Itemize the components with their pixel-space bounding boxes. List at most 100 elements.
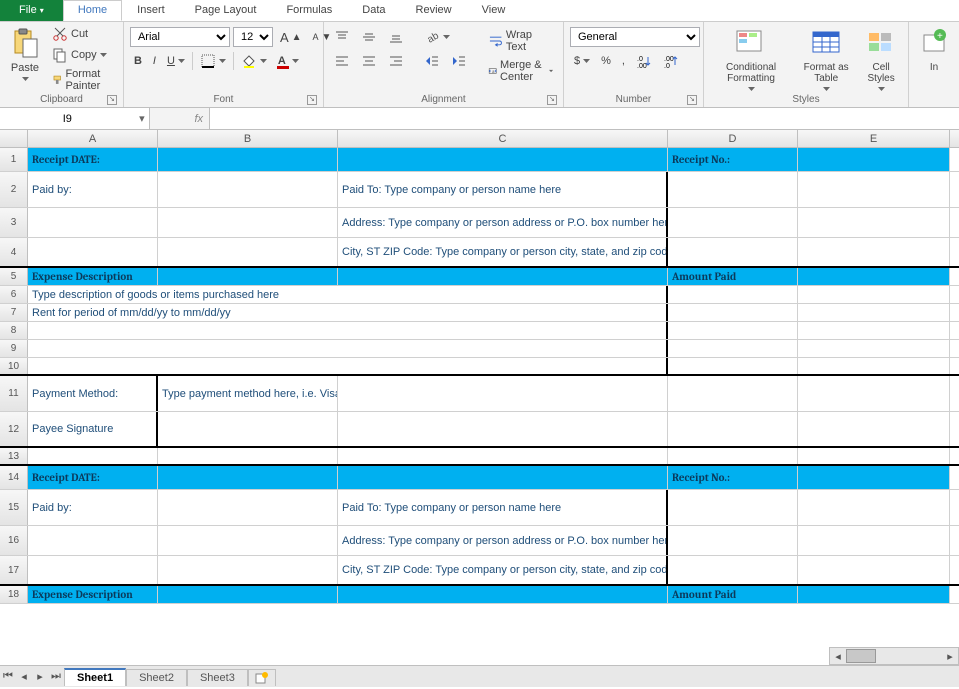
row-header-11[interactable]: 11 [0, 376, 28, 411]
cell-C4[interactable]: City, ST ZIP Code: Type company or perso… [338, 238, 668, 266]
dialog-launcher[interactable]: ↘ [687, 95, 697, 105]
sheet-nav-prev[interactable]: ◂ [16, 670, 32, 683]
cell-D10[interactable] [668, 358, 798, 374]
row-header-9[interactable]: 9 [0, 340, 28, 357]
cell-D6[interactable] [668, 286, 798, 303]
cell-A18[interactable]: Expense Description [28, 586, 158, 603]
cell-D5[interactable]: Amount Paid [668, 268, 798, 285]
cell-E7[interactable] [798, 304, 950, 321]
cell-B17[interactable] [158, 556, 338, 584]
copy-button[interactable]: Copy [48, 45, 117, 65]
conditional-formatting-button[interactable]: Conditional Formatting [710, 24, 792, 92]
cell-D7[interactable] [668, 304, 798, 321]
cell-D13[interactable] [668, 448, 798, 464]
cut-button[interactable]: Cut [48, 24, 117, 44]
sheet-nav-next[interactable]: ▸ [32, 670, 48, 683]
cell-A8[interactable] [28, 322, 158, 339]
row-header-13[interactable]: 13 [0, 448, 28, 464]
row-header-10[interactable]: 10 [0, 358, 28, 374]
format-as-table-button[interactable]: Format as Table [796, 24, 856, 92]
cell-D12[interactable] [668, 412, 798, 446]
paste-button[interactable]: Paste [6, 24, 44, 82]
dec-decimal-button[interactable]: .00.0 [659, 51, 683, 71]
cell-B16[interactable] [158, 526, 338, 555]
cell-D9[interactable] [668, 340, 798, 357]
cell-A12[interactable]: Payee Signature [28, 412, 158, 446]
cell-B4[interactable] [158, 238, 338, 266]
cell-A14[interactable]: Receipt DATE: [28, 466, 158, 489]
tab-review[interactable]: Review [401, 0, 467, 21]
merge-center-button[interactable]: aMerge & Center [484, 57, 557, 85]
align-right-button[interactable] [384, 51, 408, 71]
cell-C5[interactable] [338, 268, 668, 285]
spreadsheet-grid[interactable]: A B C D E 1Receipt DATE:Receipt No.:2Pai… [0, 130, 959, 665]
cell-A4[interactable] [28, 238, 158, 266]
align-bottom-button[interactable] [384, 27, 408, 47]
cell-B5[interactable] [158, 268, 338, 285]
cell-E5[interactable] [798, 268, 950, 285]
cell-D11[interactable] [668, 376, 798, 411]
bold-button[interactable]: B [130, 53, 146, 69]
orientation-button[interactable]: ab [420, 27, 454, 47]
row-header-4[interactable]: 4 [0, 238, 28, 266]
cell-A15[interactable]: Paid by: [28, 490, 158, 525]
cell-B1[interactable] [158, 148, 338, 171]
cell-A2[interactable]: Paid by: [28, 172, 158, 207]
row-header-16[interactable]: 16 [0, 526, 28, 555]
cell-E10[interactable] [798, 358, 950, 374]
cell-C8[interactable] [338, 322, 668, 339]
borders-button[interactable] [196, 51, 230, 71]
name-box[interactable] [0, 111, 135, 127]
dialog-launcher[interactable]: ↘ [107, 95, 117, 105]
cell-A3[interactable] [28, 208, 158, 237]
row-header-7[interactable]: 7 [0, 304, 28, 321]
cell-B10[interactable] [158, 358, 338, 374]
font-color-button[interactable]: A [274, 52, 303, 71]
tab-formulas[interactable]: Formulas [271, 0, 347, 21]
row-header-17[interactable]: 17 [0, 556, 28, 584]
cell-A5[interactable]: Expense Description [28, 268, 158, 285]
cell-E17[interactable] [798, 556, 950, 584]
cell-D3[interactable] [668, 208, 798, 237]
sheet-tab-3[interactable]: Sheet3 [187, 669, 248, 686]
formula-input[interactable] [210, 108, 959, 129]
font-name-combo[interactable]: Arial [130, 27, 230, 47]
align-middle-button[interactable] [357, 27, 381, 47]
row-header-14[interactable]: 14 [0, 466, 28, 489]
cell-E9[interactable] [798, 340, 950, 357]
sheet-tab-new[interactable] [248, 669, 276, 686]
cell-C12[interactable] [338, 412, 668, 446]
cell-B12[interactable] [158, 412, 338, 446]
inc-indent-button[interactable] [447, 51, 471, 71]
italic-button[interactable]: I [149, 53, 160, 69]
underline-button[interactable]: U [163, 53, 189, 69]
tab-view[interactable]: View [467, 0, 521, 21]
tab-file[interactable]: File ▾ [0, 0, 63, 21]
name-box-dropdown[interactable]: ▾ [135, 112, 149, 125]
cell-A17[interactable] [28, 556, 158, 584]
align-top-button[interactable] [330, 27, 354, 47]
cell-E2[interactable] [798, 172, 950, 207]
cell-C17[interactable]: City, ST ZIP Code: Type company or perso… [338, 556, 668, 584]
cell-D1[interactable]: Receipt No.: [668, 148, 798, 171]
cell-A1[interactable]: Receipt DATE: [28, 148, 158, 171]
cell-E1[interactable] [798, 148, 950, 171]
row-header-15[interactable]: 15 [0, 490, 28, 525]
dec-indent-button[interactable] [420, 51, 444, 71]
wrap-text-button[interactable]: Wrap Text [484, 27, 557, 55]
cell-A11[interactable]: Payment Method: [28, 376, 158, 411]
col-header-E[interactable]: E [798, 130, 950, 147]
grow-font-button[interactable]: A▲ [276, 28, 306, 47]
align-left-button[interactable] [330, 51, 354, 71]
tab-home[interactable]: Home [63, 0, 122, 21]
cell-E15[interactable] [798, 490, 950, 525]
cell-C2[interactable]: Paid To: Type company or person name her… [338, 172, 668, 207]
cell-B9[interactable] [158, 340, 338, 357]
row-header-12[interactable]: 12 [0, 412, 28, 446]
cell-A10[interactable] [28, 358, 158, 374]
cell-C16[interactable]: Address: Type company or person address … [338, 526, 668, 555]
font-size-combo[interactable]: 12 [233, 27, 273, 47]
cell-C15[interactable]: Paid To: Type company or person name her… [338, 490, 668, 525]
cell-C6[interactable] [338, 286, 668, 303]
comma-button[interactable]: , [618, 53, 629, 69]
